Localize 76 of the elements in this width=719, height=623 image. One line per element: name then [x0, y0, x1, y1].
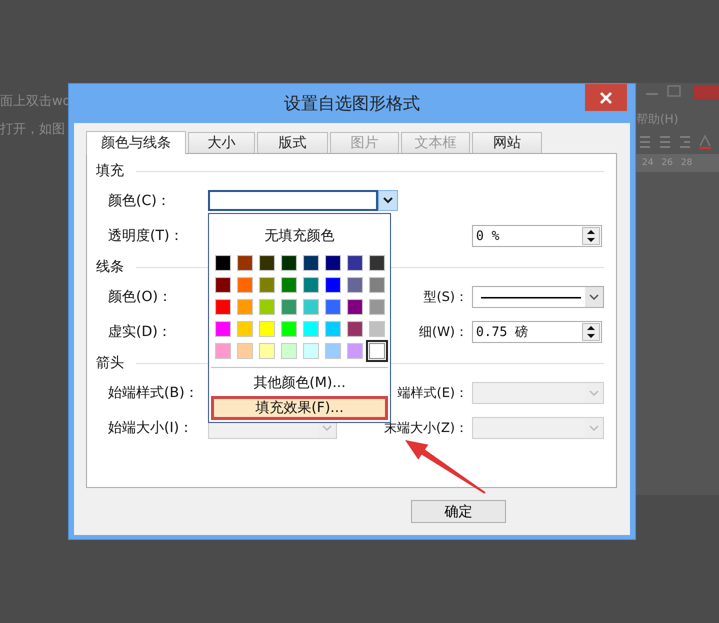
color-swatch[interactable] — [346, 299, 362, 315]
ok-button[interactable]: 确定 — [411, 500, 506, 523]
field-label: 始端大小(I)： — [108, 419, 194, 437]
color-swatch[interactable] — [236, 277, 252, 293]
color-swatch[interactable] — [368, 277, 384, 293]
color-swatch[interactable] — [214, 277, 230, 293]
color-swatch[interactable] — [346, 321, 362, 337]
window-title: 设置自选图形格式 — [284, 93, 420, 115]
section-heading: 线条 — [96, 258, 124, 276]
color-swatch[interactable] — [258, 277, 274, 293]
color-swatch[interactable] — [214, 321, 230, 337]
color-swatch[interactable] — [302, 299, 318, 315]
spinner-arrows-icon — [582, 323, 600, 341]
color-swatch[interactable] — [258, 343, 274, 359]
color-swatch[interactable] — [258, 255, 274, 271]
field-label: 颜色(C)： — [108, 192, 172, 210]
document-text: 打开，如图 — [0, 121, 66, 139]
field-label: 型(S)： — [424, 289, 468, 306]
close-icon — [600, 92, 612, 104]
tab[interactable]: 网站 — [472, 132, 542, 153]
color-swatch[interactable] — [280, 343, 296, 359]
field-label: 末端大小(Z)： — [384, 420, 468, 437]
spin-field[interactable]: 0.75 磅 — [472, 321, 602, 343]
chevron-icon — [589, 294, 599, 300]
color-swatch[interactable] — [258, 299, 274, 315]
color-swatch[interactable] — [324, 277, 340, 293]
color-swatch[interactable] — [324, 299, 340, 315]
color-swatch[interactable] — [368, 321, 384, 337]
color-swatch[interactable] — [302, 255, 318, 271]
chevron-icon — [322, 424, 332, 432]
field-label: 端样式(E)： — [398, 385, 468, 402]
spin-field[interactable]: 0 % — [472, 225, 602, 247]
color-swatch[interactable] — [236, 255, 252, 271]
menu-item[interactable]: 无填充颜色 — [264, 226, 334, 246]
line-style-dropdown[interactable] — [472, 286, 604, 308]
color-swatch[interactable] — [280, 299, 296, 315]
field-label: 透明度(T)： — [108, 227, 184, 245]
color-swatch[interactable] — [214, 343, 230, 359]
color-dropdown[interactable] — [208, 190, 398, 211]
section-heading: 箭头 — [96, 354, 124, 372]
color-swatch[interactable] — [302, 343, 318, 359]
tab[interactable]: 颜色与线条 — [86, 131, 186, 154]
color-swatch[interactable] — [302, 277, 318, 293]
color-swatch[interactable] — [214, 299, 230, 315]
field-label: 始端样式(B)： — [108, 384, 200, 402]
color-swatch[interactable] — [346, 277, 362, 293]
color-swatch[interactable] — [324, 321, 340, 337]
color-swatch[interactable] — [368, 255, 384, 271]
spinner-arrows-icon — [582, 227, 600, 245]
color-swatch[interactable] — [280, 255, 296, 271]
color-swatch[interactable] — [324, 255, 340, 271]
field-label: 虚实(D)： — [108, 323, 173, 341]
menu-item[interactable]: 填充效果(F)... — [211, 396, 388, 420]
chevron-icon — [589, 424, 599, 432]
color-swatch[interactable] — [324, 343, 340, 359]
chevron-icon — [589, 390, 599, 396]
chevron-icon — [383, 197, 393, 204]
menu-item[interactable]: 其他颜色(M)... — [211, 371, 388, 395]
field-label: 细(W)： — [419, 324, 468, 341]
color-swatch[interactable] — [302, 321, 318, 337]
tab[interactable]: 版式 — [257, 132, 328, 153]
color-swatch[interactable] — [214, 255, 230, 271]
color-swatch[interactable] — [280, 277, 296, 293]
color-swatch[interactable] — [346, 343, 362, 359]
tab[interactable]: 大小 — [188, 132, 255, 153]
field-label: 颜色(O)： — [108, 288, 173, 306]
color-swatch[interactable] — [258, 321, 274, 337]
close-button[interactable] — [585, 84, 627, 111]
color-swatch[interactable] — [236, 343, 252, 359]
color-swatch[interactable] — [236, 299, 252, 315]
color-swatch[interactable] — [280, 321, 296, 337]
section-heading: 填充 — [96, 162, 124, 180]
color-swatch[interactable] — [368, 299, 384, 315]
color-swatch[interactable] — [346, 255, 362, 271]
line-preview-icon — [481, 297, 581, 300]
color-swatch[interactable] — [236, 321, 252, 337]
